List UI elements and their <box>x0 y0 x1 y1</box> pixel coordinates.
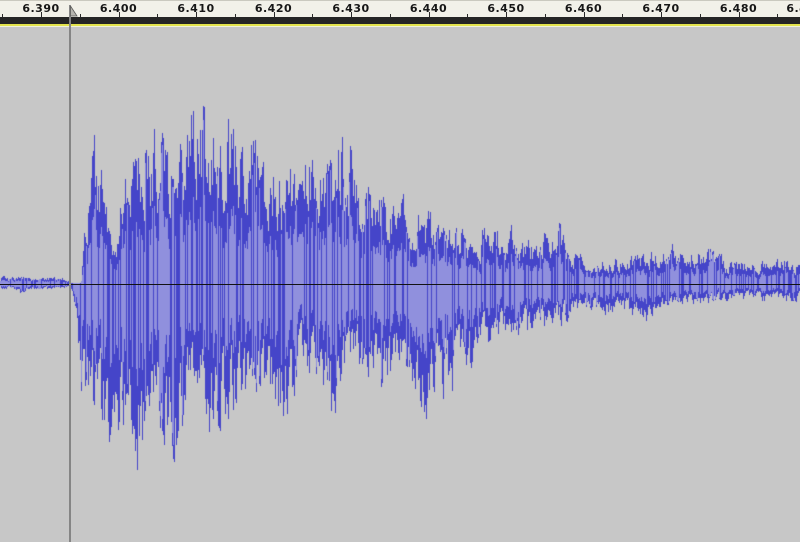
playhead-cursor-line <box>69 5 71 542</box>
zero-amplitude-line <box>0 284 800 285</box>
cursor-flag-icon[interactable] <box>70 6 78 17</box>
timeline-ruler[interactable]: 6.3906.4006.4106.4206.4306.4406.4506.460… <box>0 0 800 17</box>
track-gap <box>0 17 800 24</box>
ruler-time-label: 6.490 <box>786 2 800 15</box>
app-window: 6.3906.4006.4106.4206.4306.4406.4506.460… <box>0 0 800 542</box>
